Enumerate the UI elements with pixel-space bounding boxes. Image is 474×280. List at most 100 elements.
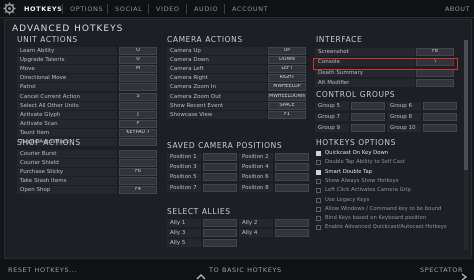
tab-audio[interactable]: Audio bbox=[194, 3, 218, 15]
option-checkbox[interactable] bbox=[316, 151, 321, 156]
hotkey-label: Upgrade Talents bbox=[20, 57, 65, 64]
ally-binding-button[interactable] bbox=[203, 219, 237, 227]
hotkey-label: Camera Right bbox=[170, 75, 208, 82]
option-checkbox[interactable] bbox=[316, 206, 321, 212]
ally-label: Ally 1 bbox=[170, 220, 186, 226]
nav-divider bbox=[186, 4, 187, 14]
camera-position-label: Position 7 bbox=[170, 184, 197, 191]
hotkey-binding-button[interactable] bbox=[416, 78, 454, 87]
spectator-button[interactable]: Spectator bbox=[420, 266, 463, 274]
hotkey-label: Activate Glyph bbox=[20, 111, 61, 118]
option-label: Use Legacy Keys bbox=[325, 196, 370, 203]
hotkey-label: Camera Up bbox=[170, 48, 201, 54]
tab-options[interactable]: Options bbox=[70, 3, 103, 15]
hotkey-binding-button[interactable] bbox=[119, 159, 157, 168]
hotkey-binding-button[interactable]: DOWN bbox=[268, 56, 306, 65]
hotkey-binding-button[interactable]: SPACE bbox=[268, 101, 306, 110]
option-checkbox[interactable] bbox=[316, 225, 321, 231]
option-checkbox[interactable] bbox=[316, 188, 321, 194]
hotkey-binding-button[interactable]: KEYPAD 7 bbox=[119, 128, 157, 137]
hotkey-label: Move bbox=[20, 66, 35, 73]
hotkey-binding-button[interactable]: F1 bbox=[268, 110, 306, 119]
hotkey-binding-button[interactable] bbox=[119, 101, 157, 110]
camera-position-label: Position 2 bbox=[242, 154, 269, 160]
camera-position-binding-button[interactable] bbox=[275, 163, 309, 172]
camera-position-binding-button[interactable] bbox=[275, 183, 309, 192]
hotkey-binding-button[interactable] bbox=[119, 74, 157, 83]
control-group-label: Group 8 bbox=[390, 114, 412, 120]
hotkey-label: Purchase Sticky bbox=[20, 169, 64, 176]
tab-video[interactable]: Video bbox=[156, 3, 180, 15]
about-link[interactable]: About bbox=[445, 3, 470, 15]
control-group-label: Group 6 bbox=[390, 103, 412, 109]
control-group-binding-button[interactable] bbox=[351, 102, 385, 110]
control-group-binding-button[interactable] bbox=[423, 102, 457, 110]
hotkey-binding-button[interactable]: J bbox=[119, 110, 157, 119]
hotkey-binding-button[interactable]: MWHEELUP bbox=[268, 83, 306, 92]
option-label: Smart Double Tap bbox=[325, 168, 373, 175]
option-checkbox[interactable] bbox=[316, 216, 321, 222]
hotkey-binding-button[interactable]: RIGHT bbox=[268, 74, 306, 83]
section-control-groups: Control Groups bbox=[316, 90, 396, 99]
section-unit-actions: Unit Actions bbox=[17, 35, 78, 44]
ally-label: Ally 2 bbox=[242, 220, 258, 226]
page-title: Advanced Hotkeys bbox=[12, 24, 124, 34]
hotkey-binding-button[interactable]: O bbox=[119, 47, 157, 55]
ally-binding-button[interactable] bbox=[275, 219, 309, 227]
ally-binding-button[interactable] bbox=[203, 239, 237, 248]
option-label: Quickcast On Key Down bbox=[325, 150, 389, 156]
hotkey-label: Camera Left bbox=[170, 66, 204, 73]
control-group-binding-button[interactable] bbox=[423, 124, 457, 132]
camera-position-binding-button[interactable] bbox=[203, 183, 237, 192]
option-checkbox[interactable] bbox=[316, 160, 321, 166]
hotkey-label: Activate Scan bbox=[20, 120, 58, 127]
camera-position-binding-button[interactable] bbox=[275, 153, 309, 161]
hotkey-binding-button[interactable]: UP bbox=[268, 47, 306, 55]
tab-hotkeys[interactable]: Hotkeys bbox=[24, 3, 62, 15]
option-label: Double Tap Ability to Self Cast bbox=[325, 159, 405, 166]
hotkey-binding-button[interactable] bbox=[119, 138, 157, 146]
to-basic-hotkeys-button[interactable]: To Basic Hotkeys bbox=[209, 266, 282, 274]
gear-icon[interactable] bbox=[3, 2, 16, 15]
hotkey-binding-button[interactable]: F4 bbox=[119, 186, 157, 195]
console-highlight-box bbox=[313, 58, 458, 70]
option-checkbox[interactable] bbox=[316, 197, 321, 203]
control-group-binding-button[interactable] bbox=[351, 113, 385, 121]
hotkey-binding-button[interactable]: LEFT bbox=[268, 65, 306, 74]
hotkey-binding-button[interactable]: F8 bbox=[416, 48, 454, 56]
hotkey-label: Camera Zoom Out bbox=[170, 93, 221, 100]
hotkey-binding-button[interactable] bbox=[119, 177, 157, 186]
hotkey-binding-button[interactable]: F6 bbox=[119, 168, 157, 177]
arrow-right-icon bbox=[460, 266, 468, 280]
tab-social[interactable]: Social bbox=[115, 3, 142, 15]
hotkey-binding-button[interactable]: U bbox=[119, 56, 157, 65]
camera-position-binding-button[interactable] bbox=[203, 153, 237, 161]
ally-label: Ally 3 bbox=[170, 230, 186, 237]
hotkey-label: Patrol bbox=[20, 84, 36, 91]
hotkey-binding-button[interactable] bbox=[119, 83, 157, 92]
camera-position-binding-button[interactable] bbox=[203, 163, 237, 172]
tab-account[interactable]: Account bbox=[232, 3, 268, 15]
camera-position-label: Position 5 bbox=[170, 174, 197, 181]
hotkey-binding-button[interactable]: S bbox=[119, 92, 157, 101]
hotkey-binding-button[interactable] bbox=[119, 150, 157, 158]
camera-position-binding-button[interactable] bbox=[275, 173, 309, 182]
ally-binding-button[interactable] bbox=[275, 229, 309, 238]
camera-position-label: Position 8 bbox=[242, 184, 269, 191]
camera-position-label: Position 6 bbox=[242, 174, 269, 181]
camera-position-binding-button[interactable] bbox=[203, 173, 237, 182]
hotkey-binding-button[interactable]: P bbox=[119, 119, 157, 128]
control-group-binding-button[interactable] bbox=[351, 124, 385, 132]
section-interface: Interface bbox=[316, 35, 363, 44]
hotkey-label: Showcase View bbox=[170, 111, 213, 118]
option-label: Enable Advanced Quickcast/Autocast Hotke… bbox=[325, 224, 447, 231]
nav-divider bbox=[148, 4, 149, 14]
ally-binding-button[interactable] bbox=[203, 229, 237, 238]
hotkey-binding-button[interactable]: MWHEELDOWN bbox=[268, 92, 306, 101]
scrollbar-thumb[interactable] bbox=[464, 40, 468, 170]
reset-hotkeys-button[interactable]: Reset Hotkeys... bbox=[8, 266, 77, 274]
option-checkbox[interactable] bbox=[316, 178, 321, 184]
hotkey-binding-button[interactable]: M bbox=[119, 65, 157, 74]
option-checkbox[interactable] bbox=[316, 169, 321, 175]
control-group-binding-button[interactable] bbox=[423, 113, 457, 121]
